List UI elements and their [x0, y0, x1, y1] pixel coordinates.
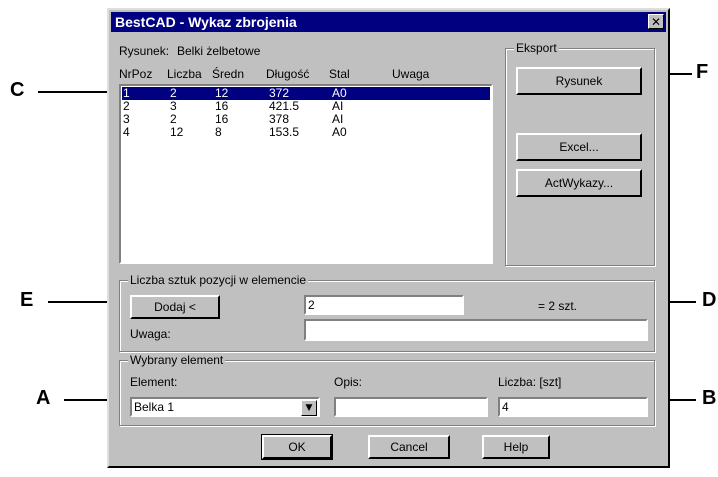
export-group: Eksport Rysunek Excel... ActWykazy... — [505, 41, 655, 266]
close-icon[interactable]: ✕ — [648, 14, 664, 29]
callout-a: A — [36, 387, 51, 409]
cell-sredn: 8 — [215, 125, 222, 139]
element-select[interactable]: Belka 1 ▼ — [130, 397, 320, 417]
pieces-group-label: Liczba sztuk pozycji w elemencie — [128, 273, 309, 287]
export-group-label: Eksport — [514, 41, 559, 55]
chevron-down-icon[interactable]: ▼ — [301, 400, 317, 416]
ok-button[interactable]: OK — [261, 434, 333, 460]
element-label: Element: — [130, 375, 178, 389]
opis-label: Opis: — [334, 375, 363, 389]
cell-dlugosc: 153.5 — [269, 125, 300, 139]
rysunek-button[interactable]: Rysunek — [516, 67, 642, 95]
pieces-count-input[interactable]: 2 — [304, 295, 464, 315]
cell-liczba: 12 — [170, 125, 184, 139]
cell-stal: A0 — [332, 125, 347, 139]
title-bar[interactable]: BestCAD - Wykaz zbrojenia ✕ — [111, 12, 666, 32]
cell-nrpoz: 4 — [123, 125, 130, 139]
table-row[interactable]: 1 2 12 372 A0 — [122, 87, 490, 100]
wykaz-zbrojenia-dialog: BestCAD - Wykaz zbrojenia ✕ Rysunek: Bel… — [107, 8, 670, 468]
pieces-group: Liczba sztuk pozycji w elemencie Dodaj <… — [119, 273, 655, 352]
column-header-dlugosc: Długość — [266, 67, 310, 81]
drawing-name: Belki żelbetowe — [177, 44, 261, 58]
table-row[interactable]: 2 3 16 421.5 AI — [122, 100, 490, 113]
callout-e: E — [20, 289, 34, 311]
column-header-nrpoz: NrPoz — [119, 67, 153, 81]
note-label: Uwaga: — [130, 327, 171, 341]
selected-element-group: Wybrany element Element: Belka 1 ▼ Opis:… — [119, 353, 655, 426]
dodaj-button[interactable]: Dodaj < — [130, 295, 220, 319]
liczba-label: Liczba: [szt] — [498, 375, 562, 389]
column-header-liczba: Liczba — [167, 67, 202, 81]
callout-f: F — [696, 61, 709, 83]
callout-d: D — [702, 289, 717, 311]
opis-input[interactable] — [334, 397, 488, 417]
actwykazy-button[interactable]: ActWykazy... — [516, 169, 642, 197]
pieces-count-suffix: = 2 szt. — [538, 299, 578, 313]
help-button[interactable]: Help — [482, 435, 550, 459]
selected-element-group-label: Wybrany element — [128, 353, 226, 367]
callout-b: B — [702, 387, 717, 409]
cancel-button[interactable]: Cancel — [368, 435, 450, 459]
column-header-sredn: Średn — [212, 67, 245, 81]
column-header-uwaga: Uwaga — [392, 67, 430, 81]
column-header-stal: Stal — [329, 67, 350, 81]
element-select-value: Belka 1 — [134, 400, 175, 414]
note-input[interactable] — [304, 319, 648, 341]
callout-c: C — [10, 79, 25, 101]
liczba-input[interactable]: 4 — [498, 397, 648, 417]
callout-c-line — [38, 91, 118, 93]
reinforcement-list[interactable]: 1 2 12 372 A0 2 3 16 421.5 AI 3 2 16 378… — [119, 84, 493, 264]
window-title: BestCAD - Wykaz zbrojenia — [115, 14, 297, 30]
drawing-label: Rysunek: — [119, 44, 170, 58]
table-row[interactable]: 4 12 8 153.5 A0 — [122, 126, 490, 139]
excel-button[interactable]: Excel... — [516, 133, 642, 161]
